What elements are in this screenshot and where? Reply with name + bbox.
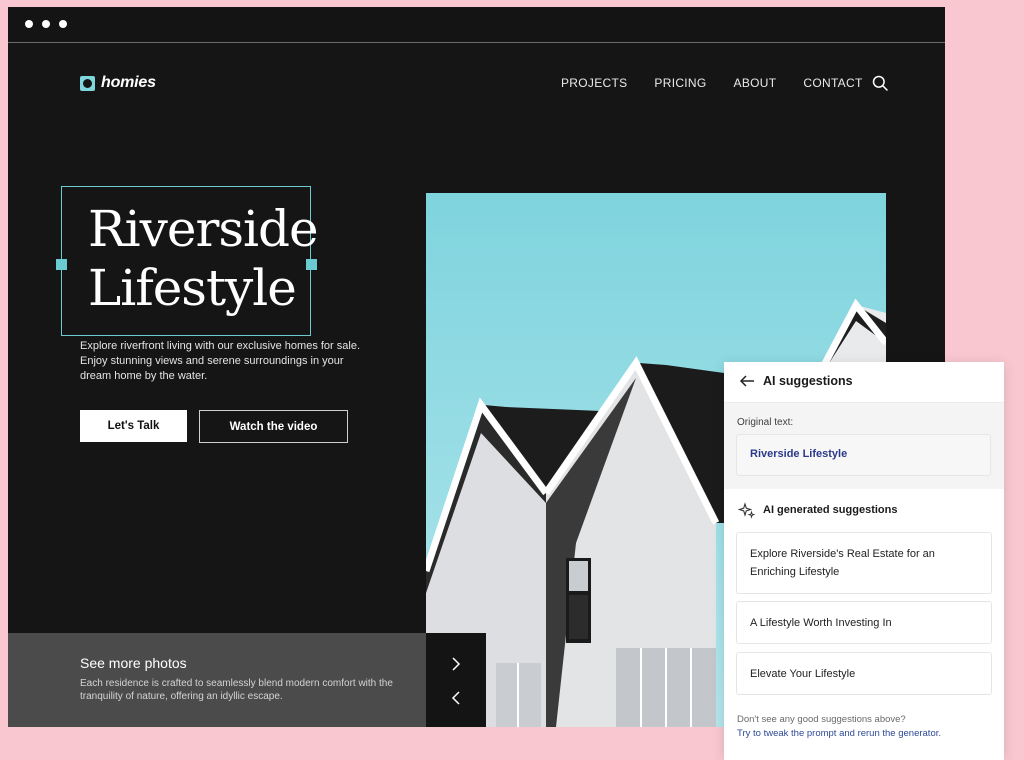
hero-title-line: Riverside	[88, 200, 319, 258]
original-text-box: Riverside Lifestyle	[736, 434, 991, 476]
nav-item-projects[interactable]: PROJECTS	[561, 76, 627, 90]
photo-arrows	[426, 633, 486, 727]
original-text-label: Original text:	[737, 417, 794, 428]
window-dot[interactable]	[42, 20, 50, 28]
chevron-left-icon[interactable]	[449, 691, 463, 705]
search-icon[interactable]	[872, 75, 888, 91]
rerun-generator-link[interactable]: Try to tweak the prompt and rerun the ge…	[737, 728, 941, 739]
selection-handle-left[interactable]	[56, 259, 67, 270]
ai-panel-header: AI suggestions	[724, 362, 1004, 403]
see-more-photos-panel[interactable]: See more photos Each residence is crafte…	[8, 633, 426, 727]
original-text-section: Original text: Riverside Lifestyle	[724, 403, 1004, 489]
original-text-value: Riverside Lifestyle	[750, 448, 848, 460]
hero-title-line: Lifestyle	[88, 259, 297, 317]
window-dot[interactable]	[59, 20, 67, 28]
hero-title[interactable]: Riverside Lifestyle	[80, 194, 319, 339]
main-nav: PROJECTS PRICING ABOUT CONTACT	[561, 76, 890, 90]
window-dot[interactable]	[25, 20, 33, 28]
nav-item-about[interactable]: ABOUT	[734, 76, 777, 90]
suggestion-item[interactable]: A Lifestyle Worth Investing In	[736, 601, 992, 644]
ai-panel-title: AI suggestions	[763, 374, 853, 388]
logo-icon	[80, 75, 95, 91]
nav-item-contact[interactable]: CONTACT	[803, 76, 862, 90]
ai-suggestions-panel: AI suggestions Original text: Riverside …	[724, 362, 1004, 760]
sparkle-icon	[738, 502, 755, 519]
ai-generated-title: AI generated suggestions	[763, 504, 898, 516]
watch-video-button[interactable]: Watch the video	[199, 410, 348, 443]
window-titlebar	[8, 7, 945, 43]
lets-talk-button[interactable]: Let's Talk	[80, 410, 187, 442]
see-more-photos-description: Each residence is crafted to seamlessly …	[80, 678, 393, 702]
no-suggestions-hint: Don't see any good suggestions above?	[737, 714, 906, 725]
arrow-left-icon[interactable]	[739, 374, 755, 388]
site-logo[interactable]: homies	[80, 74, 156, 92]
chevron-right-icon[interactable]	[449, 657, 463, 671]
suggestion-item[interactable]: Explore Riverside's Real Estate for an E…	[736, 532, 992, 594]
suggestion-item[interactable]: Elevate Your Lifestyle	[736, 652, 992, 695]
hero-description: Explore riverfront living with our exclu…	[80, 340, 361, 382]
nav-item-pricing[interactable]: PRICING	[654, 76, 706, 90]
see-more-photos-title: See more photos	[80, 655, 187, 671]
logo-text: homies	[101, 74, 156, 91]
